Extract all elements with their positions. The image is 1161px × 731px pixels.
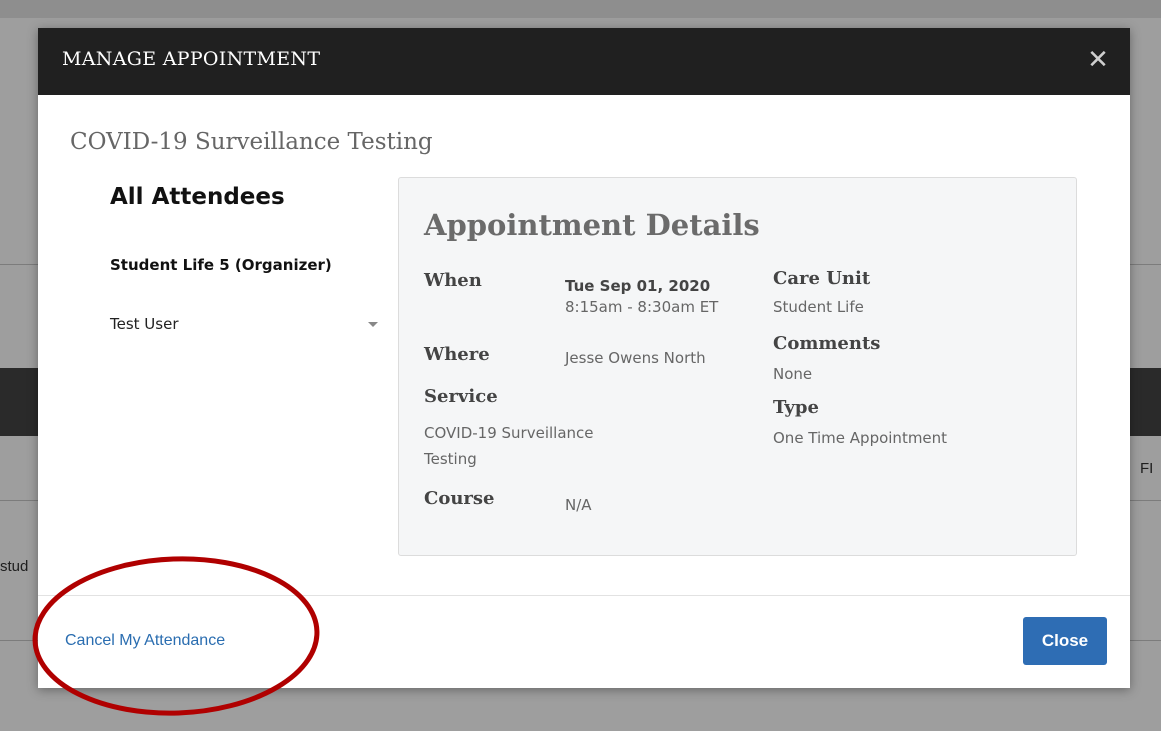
close-button[interactable]: Close (1023, 617, 1107, 665)
cancel-attendance-link[interactable]: Cancel My Attendance (65, 632, 225, 650)
footer-divider (38, 595, 1130, 596)
details-title: Appointment Details (424, 208, 760, 242)
where-value: Jesse Owens North (565, 349, 706, 367)
modal-title: MANAGE APPOINTMENT (62, 48, 321, 70)
chevron-down-icon (368, 321, 378, 327)
service-value-line2: Testing (424, 450, 477, 468)
service-heading: COVID-19 Surveillance Testing (70, 129, 433, 155)
care-unit-label: Care Unit (773, 268, 871, 289)
close-icon[interactable]: ✕ (1084, 45, 1112, 75)
where-label: Where (424, 344, 490, 365)
course-value: N/A (565, 496, 592, 514)
care-unit-value: Student Life (773, 298, 864, 316)
comments-value: None (773, 365, 813, 383)
when-date: Tue Sep 01, 2020 (565, 277, 711, 295)
course-label: Course (424, 488, 495, 509)
service-label: Service (424, 386, 498, 407)
when-label: When (424, 270, 482, 291)
attendees-title: All Attendees (110, 184, 285, 210)
when-time: 8:15am - 8:30am ET (565, 298, 719, 316)
service-value-line1: COVID-19 Surveillance (424, 424, 594, 442)
attendee-organizer: Student Life 5 (Organizer) (110, 256, 332, 274)
modal-header: MANAGE APPOINTMENT ✕ (38, 28, 1130, 95)
comments-label: Comments (773, 333, 881, 354)
attendee-user-dropdown[interactable]: Test User (110, 312, 378, 336)
appointment-details-panel: Appointment Details When Tue Sep 01, 202… (398, 177, 1077, 556)
manage-appointment-modal: MANAGE APPOINTMENT ✕ COVID-19 Surveillan… (38, 28, 1130, 688)
type-label: Type (773, 397, 819, 418)
attendee-user-name: Test User (110, 315, 179, 333)
type-value: One Time Appointment (773, 429, 948, 447)
